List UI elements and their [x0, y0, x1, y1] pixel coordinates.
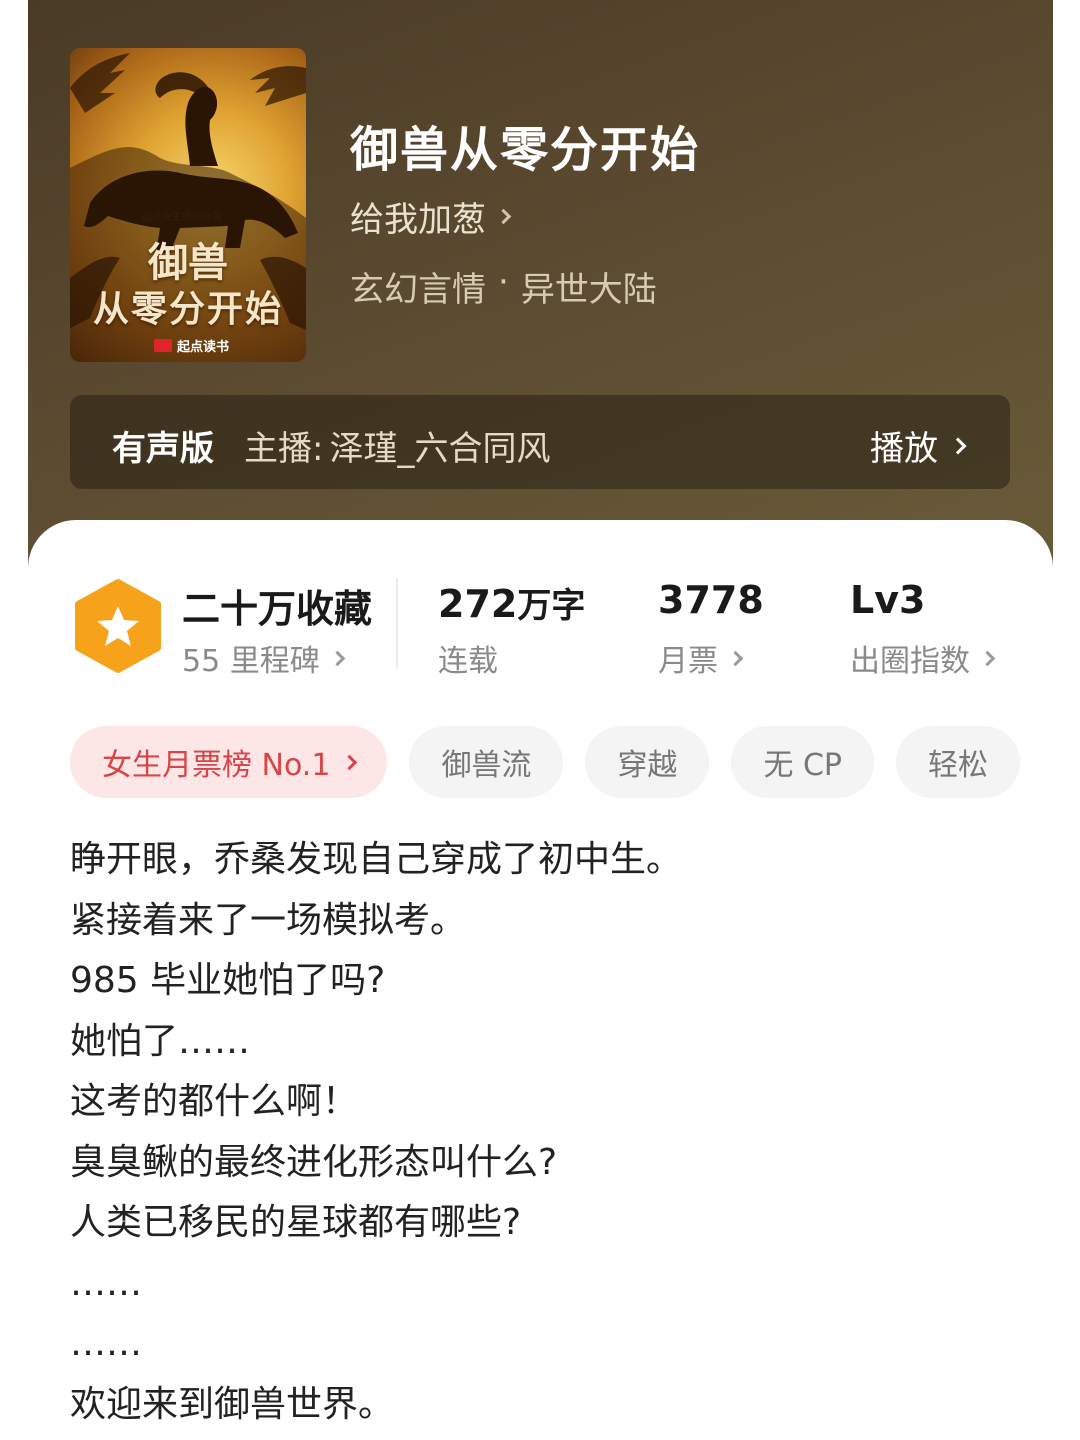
play-button[interactable]: 播放	[870, 421, 967, 470]
popularity-index-link[interactable]: 出圈指数	[850, 636, 996, 680]
synopsis-line: 她怕了……	[70, 1020, 251, 1062]
book-detail-page: 起点女生原创作品 御兽 从零分开始 起点读书 御兽从零分开始 给我加葱 玄幻言情…	[28, 0, 1053, 1440]
monthly-tickets-label: 月票	[658, 644, 718, 679]
popularity-level: Lv3	[850, 578, 926, 622]
word-count: 272万字	[438, 578, 585, 627]
synopsis-line: 985 毕业她怕了吗?	[70, 960, 386, 1001]
tag-chip[interactable]: 御兽流	[409, 726, 564, 798]
synopsis-line: 睁开眼，乔桑发现自己穿成了初中生。	[70, 839, 683, 880]
tag-chip[interactable]: 轻松	[896, 726, 1021, 798]
synopsis-line: 臭臭鳅的最终进化形态叫什么?	[70, 1141, 558, 1183]
audiobook-label: 有声版	[112, 429, 214, 469]
stats-divider	[396, 578, 398, 668]
chevron-right-icon	[727, 650, 744, 666]
serial-status: 连载	[438, 644, 498, 679]
genre: 玄幻言情	[350, 270, 486, 310]
synopsis-line: ……	[70, 1323, 142, 1364]
word-count-value: 272	[438, 582, 518, 626]
host-label: 主播:	[244, 429, 324, 469]
genre-separator: ·	[498, 262, 509, 302]
cover-series-text: 起点女生原创作品	[142, 212, 222, 223]
word-count-unit: 万字	[517, 586, 586, 626]
audiobook-bar[interactable]: 有声版 主播: 泽瑾_六合同风 播放	[70, 395, 1010, 489]
chevron-right-icon	[342, 754, 358, 770]
synopsis-line: 紧接着来了一场模拟考。	[70, 899, 467, 941]
subgenre: 异世大陆	[520, 270, 657, 310]
book-title: 御兽从零分开始	[350, 122, 701, 178]
cover-title-line2: 从零分开始	[92, 288, 283, 330]
ranking-tag[interactable]: 女生月票榜 No.1	[70, 726, 388, 798]
milestones-link[interactable]: 55 里程碑	[182, 636, 345, 680]
monthly-tickets-value: 3778	[658, 578, 764, 622]
popularity-index-label: 出圈指数	[850, 644, 970, 679]
ranking-tag-label: 女生月票榜 No.1	[102, 748, 331, 783]
tag-chip[interactable]: 穿越	[585, 726, 710, 798]
cover-publisher-name: 起点读书	[177, 340, 230, 355]
synopsis-line: 这考的都什么啊！	[70, 1081, 359, 1122]
synopsis-line: 人类已移民的星球都有哪些?	[70, 1202, 522, 1243]
publisher-logo-icon	[154, 339, 172, 352]
book-header: 起点女生原创作品 御兽 从零分开始 起点读书 御兽从零分开始 给我加葱 玄幻言情…	[28, 0, 1053, 600]
cover-publisher: 起点读书	[154, 336, 229, 355]
monthly-tickets-link[interactable]: 月票	[658, 636, 744, 680]
milestones-label: 55 里程碑	[182, 644, 320, 679]
chevron-right-icon	[949, 437, 967, 454]
synopsis[interactable]: 睁开眼，乔桑发现自己穿成了初中生。 紧接着来了一场模拟考。 985 毕业她怕了吗…	[70, 836, 1020, 1440]
chevron-right-icon	[979, 650, 996, 666]
author-link[interactable]: 给我加葱	[350, 192, 512, 241]
star-badge-icon	[75, 579, 161, 673]
synopsis-line: 欢迎来到御兽世界。	[70, 1383, 395, 1425]
genre-row: 玄幻言情 · 异世大陆	[350, 262, 657, 311]
stats-row: 二十万收藏 55 里程碑 272万字 连载 3778 月票 Lv3 出圈指数	[28, 578, 1053, 688]
host-name: 泽瑾_六合同风	[329, 429, 551, 469]
synopsis-line: ……	[70, 1262, 142, 1304]
collections-count: 二十万收藏	[182, 587, 373, 631]
play-label: 播放	[870, 429, 938, 469]
book-cover[interactable]: 起点女生原创作品 御兽 从零分开始 起点读书	[70, 48, 306, 362]
chevron-right-icon	[329, 650, 345, 666]
tag-chip[interactable]: 无 CP	[731, 726, 875, 798]
author-name: 给我加葱	[350, 200, 486, 240]
tag-list: 女生月票榜 No.1 御兽流 穿越 无 CP 轻松	[70, 726, 1021, 798]
audiobook-host: 主播: 泽瑾_六合同风	[244, 421, 550, 470]
chevron-right-icon	[495, 208, 512, 225]
